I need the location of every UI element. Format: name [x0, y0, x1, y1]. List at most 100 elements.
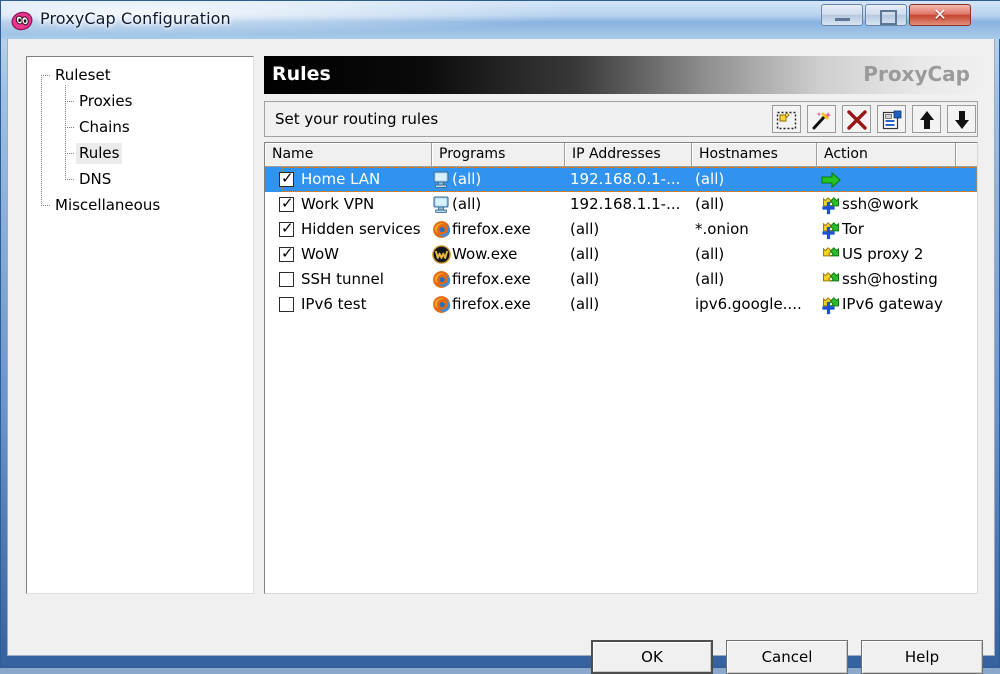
help-button[interactable]: Help [861, 640, 983, 674]
new-rule-button[interactable] [772, 105, 801, 133]
tree-item-proxies[interactable]: Proxies [76, 91, 135, 112]
cell-ip-addresses: 192.168.1.1-... [570, 192, 690, 217]
cell-programs: Wow.exe [452, 242, 562, 267]
proxy-arrows-icon [820, 295, 842, 315]
cell-name: Hidden services [301, 217, 429, 242]
magic-wand-icon [811, 109, 833, 131]
rule-enabled-checkbox[interactable]: ✓ [279, 197, 294, 212]
close-button[interactable]: ✕ [909, 4, 971, 26]
checkmark-icon: ✓ [281, 195, 294, 211]
page-title: Rules [272, 63, 331, 85]
cell-action [842, 167, 977, 192]
cell-ip-addresses: (all) [570, 292, 690, 317]
cell-name: IPv6 test [301, 292, 429, 317]
window-title: ProxyCap Configuration [40, 9, 231, 28]
cancel-button[interactable]: Cancel [726, 640, 848, 674]
tree-line [65, 179, 75, 180]
ok-button[interactable]: OK [591, 640, 713, 674]
cell-ip-addresses: (all) [570, 217, 690, 242]
cell-name: Work VPN [301, 192, 429, 217]
column-header-hostnames[interactable]: Hostnames [692, 143, 817, 167]
move-down-button[interactable] [947, 105, 976, 133]
cell-programs: (all) [452, 167, 562, 192]
minimize-button[interactable] [821, 4, 863, 26]
rule-wizard-button[interactable] [807, 105, 836, 133]
cell-hostnames: ipv6.google.... [695, 292, 815, 317]
rule-enabled-checkbox[interactable]: ✓ [279, 172, 294, 187]
rules-pane: Rules ProxyCap Set your routing rules [264, 56, 978, 594]
tree-line [65, 153, 75, 154]
tree-line [41, 75, 51, 76]
tree-item-chains[interactable]: Chains [76, 117, 133, 138]
new-rule-icon [776, 109, 798, 131]
cell-hostnames: (all) [695, 192, 815, 217]
table-row[interactable]: ✓WoWWow.exe(all)(all)US proxy 2 [265, 242, 977, 267]
cell-hostnames: (all) [695, 242, 815, 267]
cell-action: IPv6 gateway [842, 292, 977, 317]
rule-enabled-checkbox[interactable]: ✓ [279, 222, 294, 237]
table-row[interactable]: ✓Work VPN(all)192.168.1.1-...(all)ssh@wo… [265, 192, 977, 217]
network-computer-icon [432, 170, 451, 189]
cell-programs: firefox.exe [452, 267, 562, 292]
table-row[interactable]: ✓Home LAN(all)192.168.0.1-...(all) [265, 167, 977, 192]
tree-item-ruleset[interactable]: Ruleset [52, 65, 114, 86]
cell-hostnames: (all) [695, 167, 815, 192]
checkmark-icon: ✓ [281, 170, 294, 186]
tree-line [65, 85, 66, 180]
cell-action: ssh@work [842, 192, 977, 217]
column-header-spacer [956, 143, 977, 167]
firefox-icon [432, 270, 451, 289]
title-bar[interactable]: ProxyCap Configuration ✕ [1, 1, 1000, 39]
move-up-button[interactable] [912, 105, 941, 133]
checkmark-icon: ✓ [281, 220, 294, 236]
table-row[interactable]: IPv6 test firefox.exe (all)ipv6.google....… [265, 292, 977, 317]
direct-green-arrow-icon [820, 170, 842, 190]
firefox-icon [432, 295, 451, 314]
rule-enabled-checkbox[interactable] [279, 272, 294, 287]
delete-rule-button[interactable] [842, 105, 871, 133]
tree-item-dns[interactable]: DNS [76, 169, 114, 190]
proxy-arrows-icon [820, 220, 842, 240]
rules-toolbar: Set your routing rules [264, 101, 978, 137]
cell-ip-addresses: 192.168.0.1-... [570, 167, 690, 192]
properties-icon [881, 109, 903, 131]
cell-action: Tor [842, 217, 977, 242]
cell-programs: firefox.exe [452, 217, 562, 242]
cell-programs: (all) [452, 192, 562, 217]
tree-item-miscellaneous[interactable]: Miscellaneous [52, 195, 163, 216]
wow-icon [432, 245, 451, 264]
table-row[interactable]: SSH tunnelfirefox.exe(all)(all)ssh@hosti… [265, 267, 977, 292]
firefox-icon [432, 220, 451, 239]
rule-properties-button[interactable] [877, 105, 906, 133]
proxy-arrows-icon [820, 195, 842, 215]
rule-enabled-checkbox[interactable]: ✓ [279, 247, 294, 262]
toolbar-hint: Set your routing rules [275, 110, 438, 128]
tree-item-rules[interactable]: Rules [76, 143, 122, 164]
proxycap-configuration-window: ProxyCap Configuration ✕ Ruleset Proxies… [0, 0, 1000, 668]
arrow-up-icon [916, 109, 938, 131]
tree-line [41, 205, 51, 206]
arrow-down-icon [951, 109, 973, 131]
rule-enabled-checkbox[interactable] [279, 297, 294, 312]
table-row[interactable]: ✓Hidden servicesfirefox.exe(all)*.onionT… [265, 217, 977, 242]
tree-line [65, 101, 75, 102]
column-header-action[interactable]: Action [817, 143, 956, 167]
column-header-programs[interactable]: Programs [432, 143, 565, 167]
delete-x-icon [846, 109, 868, 131]
cell-ip-addresses: (all) [570, 242, 690, 267]
cell-programs: firefox.exe [452, 292, 562, 317]
dialog-client-area: Ruleset Proxies Chains Rules DNS Miscell… [7, 39, 995, 656]
cell-action: ssh@hosting [842, 267, 977, 292]
maximize-button[interactable] [865, 4, 907, 26]
close-icon: ✕ [910, 5, 970, 25]
cell-name: WoW [301, 242, 429, 267]
brand-label: ProxyCap [863, 62, 970, 86]
settings-tree[interactable]: Ruleset Proxies Chains Rules DNS Miscell… [26, 56, 254, 594]
checkmark-icon: ✓ [281, 245, 294, 261]
proxy-arrows-icon [820, 270, 842, 290]
tree-line [41, 75, 42, 205]
column-header-name[interactable]: Name [265, 143, 432, 167]
rules-list[interactable]: Name Programs IP Addresses Hostnames Act… [264, 142, 978, 594]
column-header-ip[interactable]: IP Addresses [565, 143, 692, 167]
cell-name: SSH tunnel [301, 267, 429, 292]
